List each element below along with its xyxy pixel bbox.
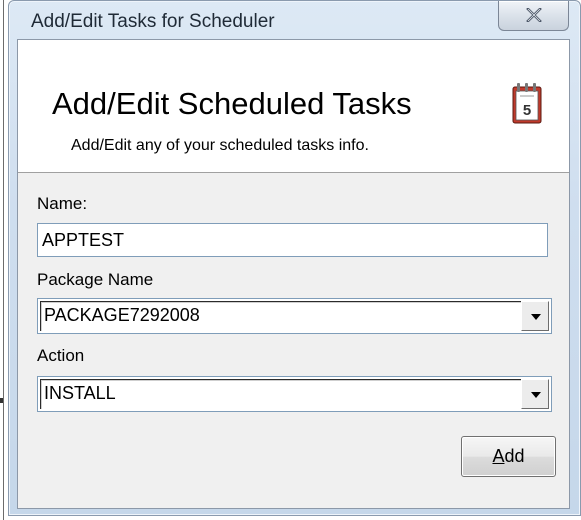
header-banner: Add/Edit Scheduled Tasks Add/Edit any of…: [18, 40, 569, 173]
header-subtitle: Add/Edit any of your scheduled tasks inf…: [71, 137, 369, 154]
calendar-day-number: 5: [523, 102, 531, 119]
add-button[interactable]: Add: [461, 436, 556, 477]
window-title: Add/Edit Tasks for Scheduler: [31, 11, 275, 32]
screen: Add/Edit Tasks for Scheduler Add/Edit Sc…: [0, 0, 581, 520]
close-button[interactable]: [498, 1, 569, 31]
dialog-client-area: Add/Edit Scheduled Tasks Add/Edit any of…: [17, 39, 570, 509]
package-name-dropdown[interactable]: PACKAGE7292008: [37, 298, 552, 334]
background-window-edge: [3, 0, 4, 520]
add-button-accelerator: A: [492, 446, 505, 466]
close-x-icon: [526, 8, 542, 22]
title-bar[interactable]: Add/Edit Tasks for Scheduler: [9, 1, 580, 39]
name-field[interactable]: APPTEST: [37, 223, 548, 257]
chevron-down-icon: [531, 314, 541, 320]
package-dropdown-button[interactable]: [521, 301, 549, 331]
action-dropdown[interactable]: INSTALL: [37, 376, 552, 412]
add-button-label-rest: dd: [504, 446, 525, 466]
header-title: Add/Edit Scheduled Tasks: [52, 86, 412, 121]
action-label: Action: [37, 346, 85, 365]
action-value: INSTALL: [44, 383, 116, 403]
chevron-down-icon: [531, 392, 541, 398]
action-dropdown-button[interactable]: [521, 379, 549, 409]
action-dropdown-inner: [40, 379, 549, 409]
dialog-window: Add/Edit Tasks for Scheduler Add/Edit Sc…: [8, 0, 581, 516]
package-name-label: Package Name: [37, 270, 154, 289]
calendar-icon: 5: [512, 83, 542, 124]
background-window-marker: [0, 398, 3, 403]
package-name-value: PACKAGE7292008: [44, 305, 200, 325]
name-label: Name:: [37, 194, 88, 213]
